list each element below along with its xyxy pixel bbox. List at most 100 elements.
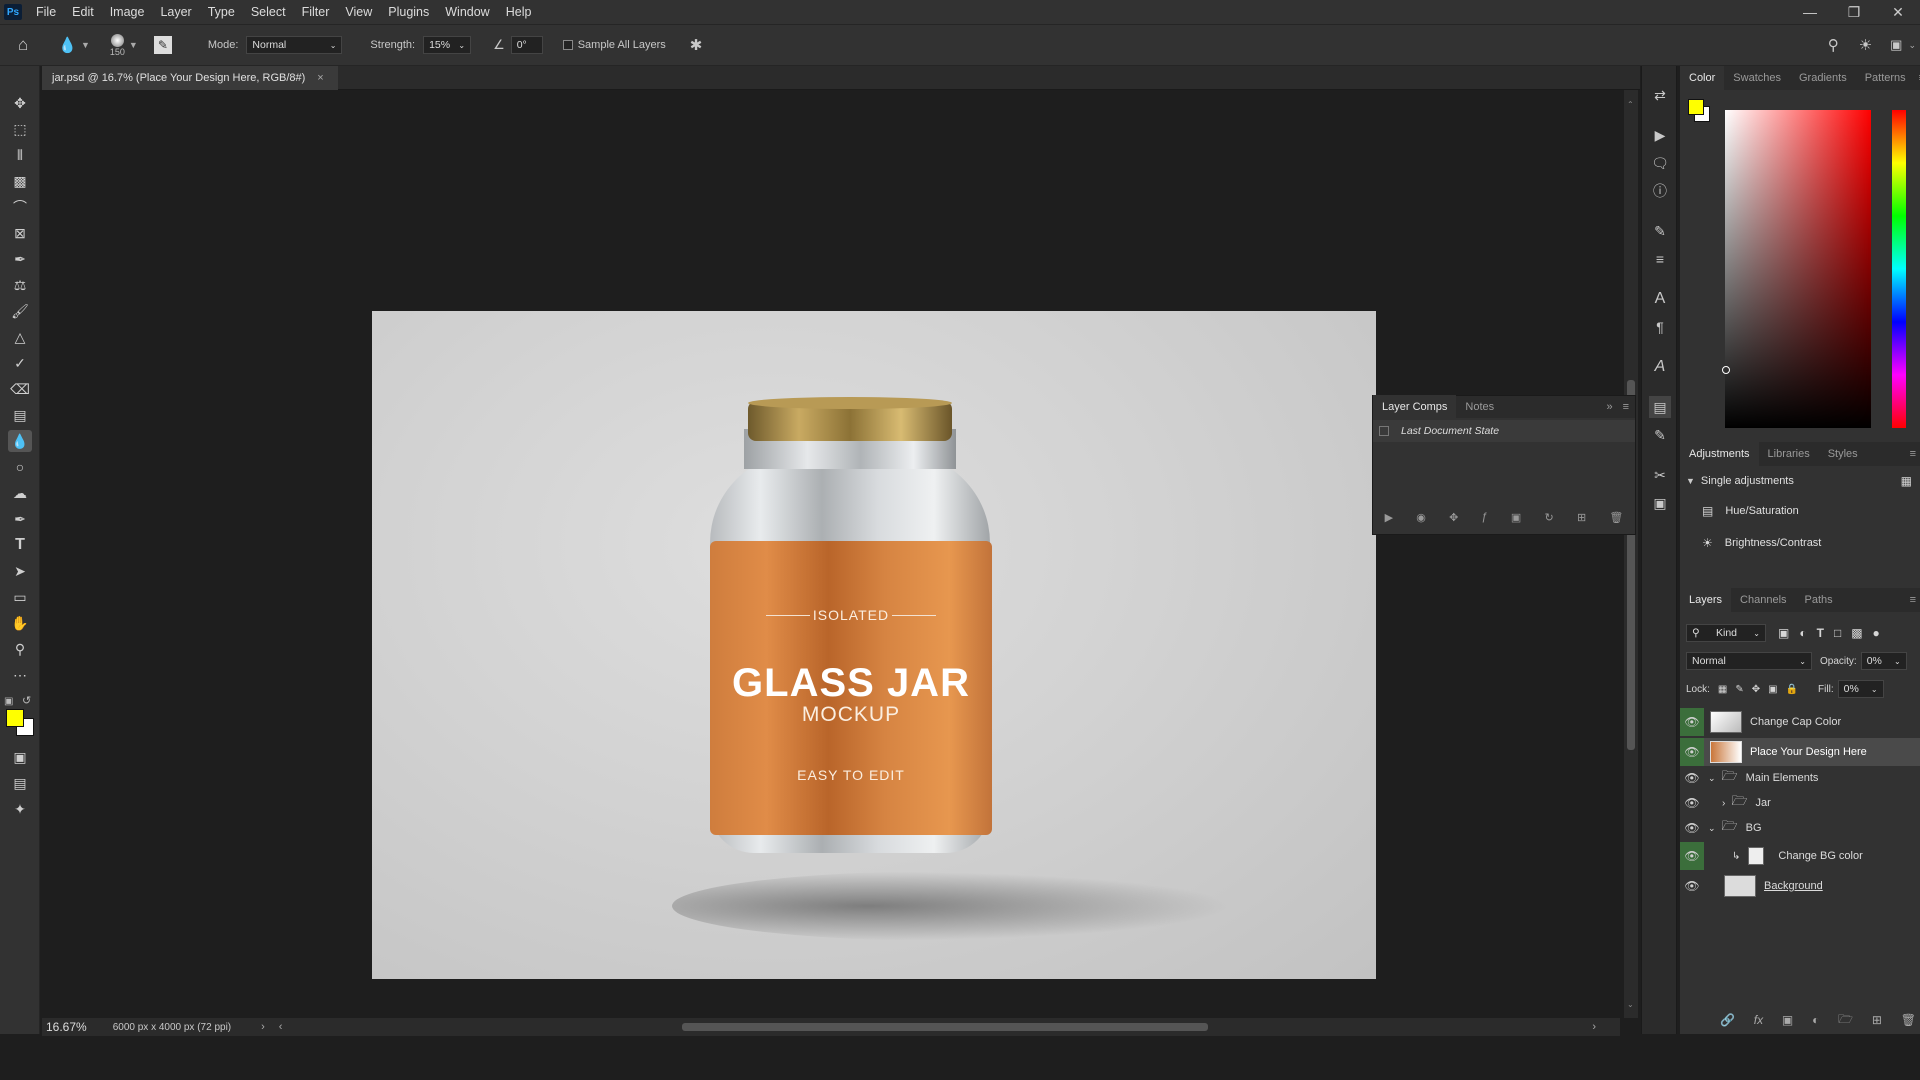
visibility-eye-icon[interactable]: 👁 <box>1680 738 1704 766</box>
menu-edit[interactable]: Edit <box>64 0 102 24</box>
tab-layers[interactable]: Layers <box>1680 588 1732 612</box>
update-comp-icon[interactable]: ↻ <box>1545 511 1554 524</box>
quick-mask-icon[interactable]: ▣ <box>8 746 32 768</box>
brushes-icon[interactable]: ✎ <box>1649 220 1671 242</box>
strength-input[interactable]: 15% ⌄ <box>423 36 472 54</box>
tool-presets-icon[interactable]: ✂ <box>1649 464 1671 486</box>
panel-menu-icon[interactable]: ≡ <box>1617 395 1635 419</box>
foreground-color-swatch[interactable] <box>6 709 24 727</box>
screen-mode-icon[interactable]: ▤ <box>8 772 32 794</box>
fill-input[interactable]: 0% ⌄ <box>1837 680 1884 698</box>
workspace-icon[interactable]: ▣ <box>1890 37 1902 53</box>
zoom-level[interactable]: 16.67% <box>46 1020 87 1034</box>
type-tool-icon[interactable]: T <box>8 534 32 556</box>
chevron-down-icon[interactable]: ⌄ <box>1708 823 1716 834</box>
clone-stamp-tool-icon[interactable]: △ <box>8 326 32 348</box>
minimize-icon[interactable]: — <box>1788 4 1832 21</box>
filter-type-icon[interactable]: T <box>1817 626 1824 640</box>
tab-gradients[interactable]: Gradients <box>1790 66 1856 90</box>
layer-kind-filter[interactable]: ⚲ Kind ⌄ <box>1686 624 1766 642</box>
actions-icon[interactable]: ▶ <box>1649 124 1671 146</box>
tab-libraries[interactable]: Libraries <box>1759 442 1819 466</box>
chevron-down-icon[interactable]: ⌄ <box>1708 773 1716 784</box>
scroll-right-icon[interactable]: › <box>1592 1021 1596 1033</box>
add-mask-icon[interactable]: ▣ <box>1782 1013 1793 1027</box>
notes-icon[interactable]: ✎ <box>1649 424 1671 446</box>
lock-all-icon[interactable]: 🔒 <box>1786 684 1798 695</box>
menu-help[interactable]: Help <box>498 0 540 24</box>
filter-toggle-icon[interactable]: ● <box>1873 626 1880 640</box>
document-canvas[interactable]: ISOLATED GLASS JAR MOCKUP EASY TO EDIT <box>372 311 1376 979</box>
character-icon[interactable]: A <box>1649 288 1671 310</box>
menu-window[interactable]: Window <box>437 0 497 24</box>
menu-file[interactable]: File <box>28 0 64 24</box>
home-icon[interactable]: ⌂ <box>18 35 28 55</box>
path-selection-tool-icon[interactable]: ➤ <box>8 560 32 582</box>
menu-type[interactable]: Type <box>200 0 243 24</box>
grid-view-icon[interactable]: ▦ <box>1901 474 1912 488</box>
delete-comp-icon[interactable]: 🗑 <box>1609 511 1623 524</box>
layer-name[interactable]: Jar <box>1755 797 1770 809</box>
comments-icon[interactable]: 🗨 <box>1649 152 1671 174</box>
close-icon[interactable]: ✕ <box>1876 4 1920 21</box>
history-icon[interactable]: ⇄ <box>1649 84 1671 106</box>
layer-row-jar[interactable]: 👁 › 🗁 Jar <box>1680 791 1920 815</box>
visibility-eye-icon[interactable]: 👁 <box>1680 842 1704 870</box>
move-tool-icon[interactable]: ✥ <box>8 92 32 114</box>
menu-layer[interactable]: Layer <box>152 0 199 24</box>
search-icon[interactable]: ⚲ <box>1828 36 1839 54</box>
visibility-eye-icon[interactable]: 👁 <box>1680 708 1704 736</box>
history-brush-tool-icon[interactable]: ✓ <box>8 352 32 374</box>
rectangle-tool-icon[interactable]: ▭ <box>8 586 32 608</box>
vertical-scrollbar[interactable]: ⌃ ⌄ <box>1624 90 1638 1018</box>
new-group-icon[interactable]: 🗁 <box>1838 1010 1853 1031</box>
tab-patterns[interactable]: Patterns <box>1856 66 1915 90</box>
layer-name[interactable]: BG <box>1746 822 1762 834</box>
filter-shape-icon[interactable]: □ <box>1834 626 1841 640</box>
adjustment-hue-saturation[interactable]: ▤ Hue/Saturation <box>1702 504 1799 518</box>
lock-image-icon[interactable]: ✎ <box>1735 684 1743 695</box>
visibility-eye-icon[interactable]: 👁 <box>1680 872 1704 900</box>
position-comp-icon[interactable]: ✥ <box>1449 511 1458 524</box>
mode-select[interactable]: Normal ⌄ <box>246 36 343 54</box>
link-layers-icon[interactable]: 🔗 <box>1720 1013 1735 1027</box>
gradient-tool-icon[interactable]: ▤ <box>8 404 32 426</box>
brush-size-picker[interactable]: 150 <box>110 33 125 57</box>
zoom-tool-icon[interactable]: ⚲ <box>8 638 32 660</box>
tab-styles[interactable]: Styles <box>1819 442 1867 466</box>
status-menu-icon[interactable]: › <box>261 1021 265 1033</box>
tab-notes[interactable]: Notes <box>1456 395 1503 419</box>
marquee-tool-icon[interactable]: ⬚ <box>8 118 32 140</box>
close-tab-icon[interactable]: × <box>317 72 323 84</box>
sample-all-layers-checkbox[interactable] <box>562 40 573 50</box>
eraser-tool-icon[interactable]: ⌫ <box>8 378 32 400</box>
hue-slider[interactable] <box>1892 110 1906 428</box>
document-tab[interactable]: jar.psd @ 16.7% (Place Your Design Here,… <box>42 66 338 90</box>
filter-adjustment-icon[interactable]: ◐ <box>1799 626 1806 640</box>
menu-select[interactable]: Select <box>243 0 294 24</box>
hand-tool-icon[interactable]: ✋ <box>8 612 32 634</box>
swap-colors-icon[interactable]: ↺ <box>22 694 31 707</box>
filter-smart-object-icon[interactable]: ▩ <box>1851 626 1862 640</box>
layer-row-place-your-design-here[interactable]: 👁 Place Your Design Here <box>1680 738 1920 766</box>
scroll-down-icon[interactable]: ⌄ <box>1627 1000 1634 1009</box>
layer-comps-icon[interactable]: ▤ <box>1649 396 1671 418</box>
color-field[interactable] <box>1722 110 1871 428</box>
panel-menu-icon[interactable]: ≡ <box>1906 442 1920 466</box>
tab-adjustments[interactable]: Adjustments <box>1680 442 1759 466</box>
canvas-area[interactable]: ISOLATED GLASS JAR MOCKUP EASY TO EDIT ⌃… <box>42 90 1638 1018</box>
chevron-right-icon[interactable]: › <box>1722 798 1725 809</box>
tab-channels[interactable]: Channels <box>1731 588 1795 612</box>
tab-color[interactable]: Color <box>1680 66 1725 90</box>
default-colors-icon[interactable]: ▣ <box>4 696 13 707</box>
brush-tool-icon[interactable]: 🖌 <box>8 300 32 322</box>
opacity-input[interactable]: 0% ⌄ <box>1860 652 1907 670</box>
brush-settings-panel-icon[interactable]: ≡ <box>1649 248 1671 270</box>
tab-paths[interactable]: Paths <box>1796 588 1842 612</box>
horizontal-scroll-thumb[interactable] <box>682 1023 1209 1031</box>
crop-tool-icon[interactable]: ⌒ <box>8 196 32 218</box>
glyphs-icon[interactable]: A <box>1649 356 1671 378</box>
color-panel-foreground-swatch[interactable] <box>1688 99 1704 115</box>
generative-icon[interactable]: ✦ <box>8 798 32 820</box>
lock-artboard-icon[interactable]: ▣ <box>1768 684 1777 695</box>
